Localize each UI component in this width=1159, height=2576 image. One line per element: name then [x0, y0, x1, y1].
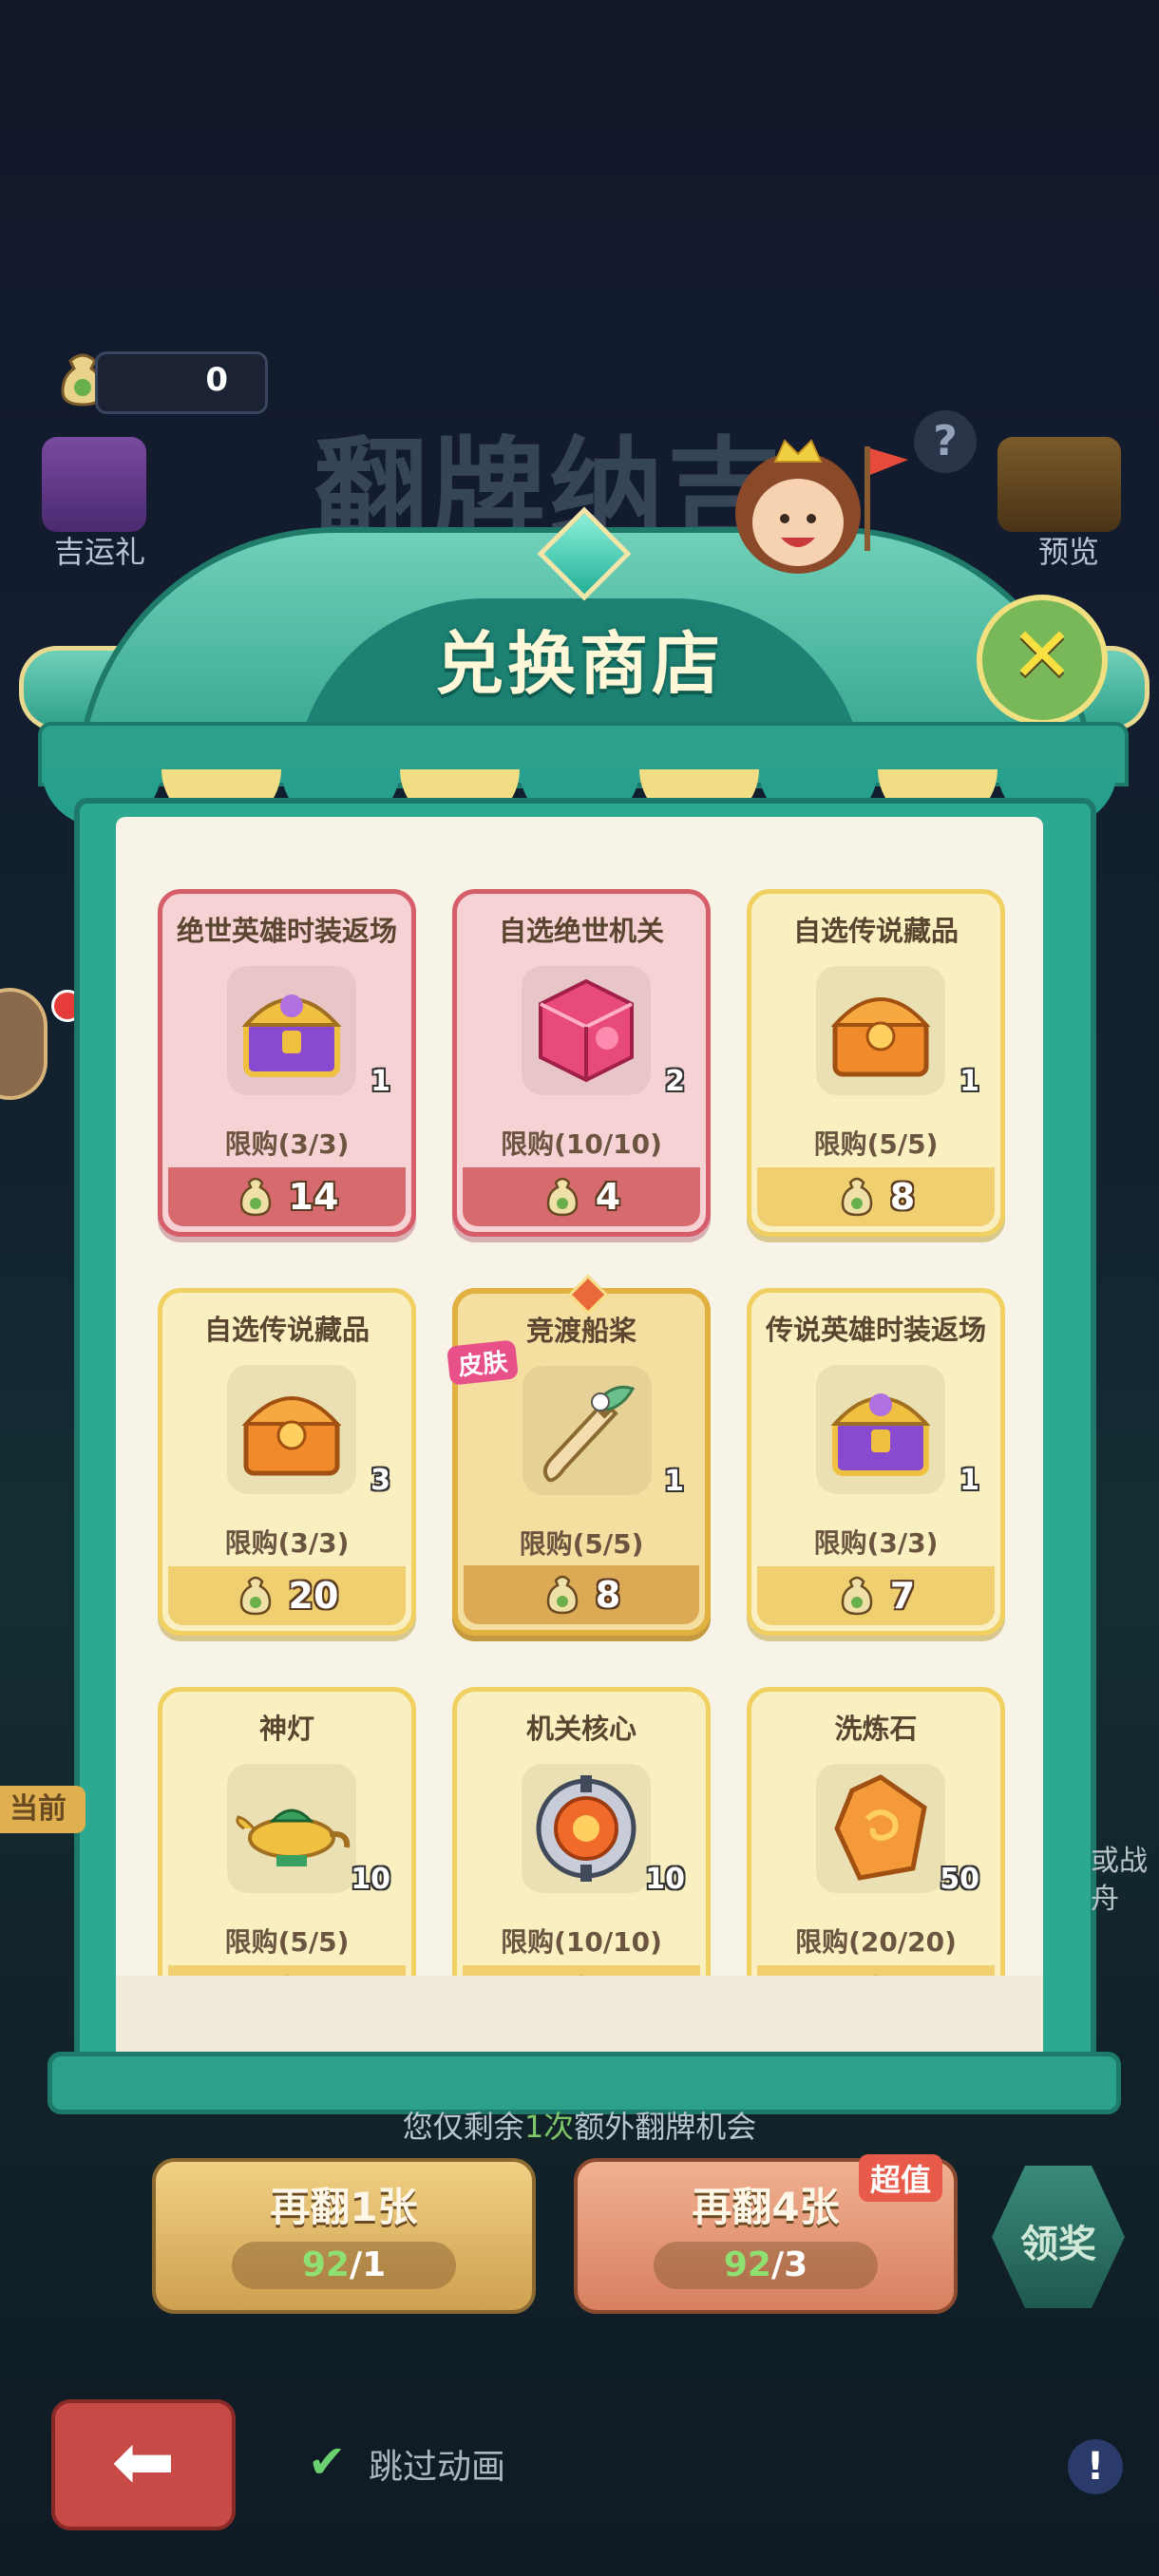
item-price: 8: [595, 1574, 621, 1616]
item-limit: 限购(3/3): [224, 1128, 350, 1160]
magic-lamp-icon: [236, 1809, 351, 1866]
skip-animation-label[interactable]: 跳过动画: [369, 2439, 505, 2489]
money-bag-icon: [239, 1576, 271, 1616]
currency-value: 0: [205, 361, 228, 399]
item-price-button[interactable]: 8: [464, 1565, 699, 1624]
item-limit: 限购(5/5): [519, 1528, 644, 1560]
skip-animation-checkbox[interactable]: ✔: [308, 2439, 350, 2485]
item-quantity: 50: [940, 1863, 979, 1896]
mech-core-icon: [536, 1775, 636, 1882]
item-title: 传说英雄时装返场: [765, 1314, 986, 1346]
item-title: 自选传说藏品: [792, 915, 959, 947]
shop-item-card[interactable]: 洗炼石 50 限购(20/20): [747, 1687, 1005, 1976]
item-limit: 限购(5/5): [224, 1926, 350, 1958]
orange-chest-icon: [830, 997, 931, 1077]
item-price-button[interactable]: 4: [463, 1167, 700, 1226]
item-title: 自选绝世机关: [498, 915, 664, 947]
purple-chest-icon: [241, 994, 342, 1077]
claim-label[interactable]: 领奖: [992, 2213, 1125, 2268]
panel-bottom-edge: [116, 1976, 1043, 2061]
orange-chest-icon: [241, 1396, 342, 1476]
side-avatar-icon[interactable]: [0, 988, 48, 1100]
shop-item-card[interactable]: 机关核心 10 限购(10/10): [452, 1687, 711, 1976]
flip-one-label: 再翻1张: [270, 2184, 418, 2230]
item-title: 洗炼石: [834, 1713, 918, 1745]
item-title: 自选传说藏品: [203, 1314, 370, 1346]
item-price-button[interactable]: [757, 1965, 995, 1976]
item-title: 绝世英雄时装返场: [176, 915, 397, 947]
item-limit: 限购(10/10): [501, 1926, 662, 1958]
item-price: 20: [288, 1575, 339, 1617]
close-button[interactable]: ✕: [977, 595, 1108, 726]
item-price: 14: [288, 1176, 339, 1218]
item-limit: 限购(5/5): [813, 1128, 939, 1160]
shop-item-card[interactable]: 传说英雄时装返场 1 限购(3/3) 7: [747, 1288, 1005, 1636]
item-quantity: 1: [960, 1065, 979, 1098]
shop-item-card[interactable]: 神灯 10 限购(5/5): [158, 1687, 416, 1976]
shop-item-grid[interactable]: 绝世英雄时装返场 1 限购(3/3) 14 自选绝世机关 2 限购(10/10)…: [116, 817, 1043, 1976]
side-text-right: 或战 舟: [1091, 1845, 1148, 1916]
current-tag: 当前: [0, 1786, 86, 1833]
item-quantity: 10: [351, 1863, 390, 1896]
item-quantity: 1: [960, 1464, 979, 1497]
flip-one-cost: 92/1: [232, 2242, 456, 2289]
remaining-chances-text: 您仅剩余1次额外翻牌机会: [402, 2109, 757, 2145]
preview-label[interactable]: 预览: [1016, 528, 1121, 572]
item-price: 8: [889, 1176, 916, 1218]
item-price-button[interactable]: [463, 1965, 700, 1976]
back-button[interactable]: ⬅: [51, 2399, 236, 2530]
help-icon[interactable]: ?: [914, 410, 977, 473]
shop-item-card-featured[interactable]: 竞渡船桨 皮肤 1 限购(5/5) 8: [446, 1274, 711, 1636]
skin-tag: 皮肤: [446, 1339, 519, 1386]
shop-item-card[interactable]: 自选传说藏品 3 限购(3/3) 20: [158, 1288, 416, 1636]
mascot-girl-icon: [735, 439, 908, 574]
item-title: 机关核心: [525, 1713, 636, 1745]
item-title: 神灯: [258, 1713, 314, 1745]
item-price-button[interactable]: 8: [757, 1167, 995, 1226]
money-bag-icon: [841, 1576, 873, 1616]
item-price-button[interactable]: [168, 1965, 406, 1976]
super-value-tag: 超值: [859, 2154, 943, 2202]
info-icon[interactable]: !: [1068, 2439, 1123, 2494]
flip-four-cost: 92/3: [654, 2242, 878, 2289]
item-quantity: 1: [664, 1465, 684, 1498]
item-quantity: 3: [370, 1464, 390, 1497]
item-limit: 限购(3/3): [224, 1527, 350, 1559]
item-limit: 限购(3/3): [813, 1527, 939, 1559]
lucky-gift-label[interactable]: 吉运礼: [38, 528, 162, 572]
money-bag-icon: [546, 1575, 579, 1615]
refine-stone-icon: [834, 1774, 927, 1881]
lucky-gift-icon[interactable]: [42, 437, 146, 532]
item-quantity: 10: [645, 1863, 685, 1896]
preview-cart-icon[interactable]: [998, 437, 1121, 532]
item-quantity: 1: [370, 1065, 390, 1098]
shop-item-card[interactable]: 自选绝世机关 2 限购(10/10) 4: [452, 889, 711, 1237]
item-price-button[interactable]: 7: [757, 1566, 995, 1625]
flip-one-button[interactable]: 再翻1张 92/1: [152, 2158, 536, 2314]
shop-item-card[interactable]: 绝世英雄时装返场 1 限购(3/3) 14: [158, 889, 416, 1237]
money-bag-icon: [239, 1177, 271, 1217]
shop-item-card[interactable]: 自选传说藏品 1 限购(5/5) 8: [747, 889, 1005, 1237]
purple-chest-icon: [830, 1393, 931, 1476]
pink-cube-icon: [539, 978, 634, 1083]
item-limit: 限购(10/10): [501, 1128, 662, 1160]
paddle-icon: [542, 1385, 636, 1483]
modal-title: 兑换商店: [434, 624, 724, 704]
money-bag-icon: [841, 1177, 873, 1217]
item-price-button[interactable]: 14: [168, 1167, 406, 1226]
money-bag-icon: [546, 1177, 579, 1217]
item-price: 7: [889, 1575, 916, 1617]
item-price: 4: [595, 1176, 621, 1218]
item-price-button[interactable]: 20: [168, 1566, 406, 1625]
item-limit: 限购(20/20): [795, 1926, 957, 1958]
item-quantity: 2: [665, 1065, 685, 1098]
